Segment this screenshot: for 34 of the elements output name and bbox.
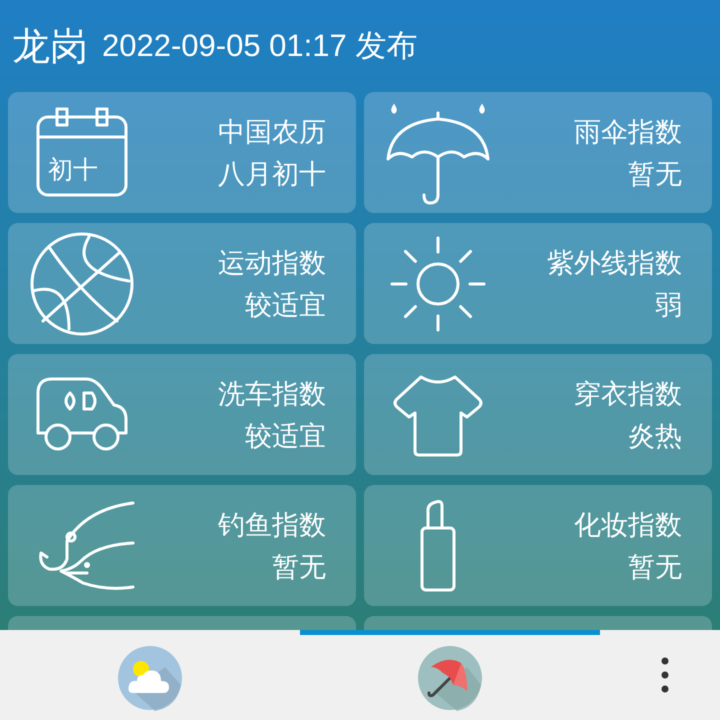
index-value: 暂无: [628, 550, 682, 584]
index-value: 暂无: [272, 550, 326, 584]
index-title: 钓鱼指数: [218, 508, 326, 542]
index-card[interactable]: 穿衣指数 炎热: [364, 354, 712, 475]
index-value: 弱: [655, 288, 682, 322]
calendar-day: 初十: [48, 152, 98, 186]
index-card[interactable]: 化妆指数 暂无: [364, 485, 712, 606]
index-card[interactable]: 运动指数 较适宜: [8, 223, 356, 344]
index-value: 较适宜: [245, 288, 326, 322]
index-value: 较适宜: [245, 420, 326, 454]
index-card[interactable]: 初十 中国农历 八月初十: [8, 92, 356, 213]
more-icon: [661, 657, 669, 693]
index-title: 紫外线指数: [547, 246, 682, 280]
city-name: 龙岗: [12, 22, 88, 70]
index-card[interactable]: 洗车指数 较适宜: [8, 354, 356, 475]
index-title: 中国农历: [218, 116, 326, 150]
umbrella-icon: [417, 644, 483, 710]
index-title: 运动指数: [218, 246, 326, 280]
index-card[interactable]: 紫外线指数 弱: [364, 223, 712, 344]
publish-time: 2022-09-05 01:17 发布: [102, 27, 418, 65]
index-title: 穿衣指数: [574, 378, 682, 412]
index-value: 暂无: [628, 158, 682, 192]
index-title: 洗车指数: [218, 378, 326, 412]
basketball-icon: [29, 230, 135, 336]
index-title: 化妆指数: [574, 508, 682, 542]
index-value: 炎热: [628, 420, 682, 454]
index-title: 雨伞指数: [574, 116, 682, 150]
weather-icon: [117, 644, 183, 710]
calendar-icon: [35, 106, 129, 198]
index-value: 八月初十: [218, 158, 326, 192]
index-card[interactable]: 钓鱼指数 暂无: [8, 485, 356, 606]
index-card[interactable]: 雨伞指数 暂无: [364, 92, 712, 213]
tshirt-icon: [391, 372, 485, 456]
lipstick-icon: [418, 500, 458, 592]
